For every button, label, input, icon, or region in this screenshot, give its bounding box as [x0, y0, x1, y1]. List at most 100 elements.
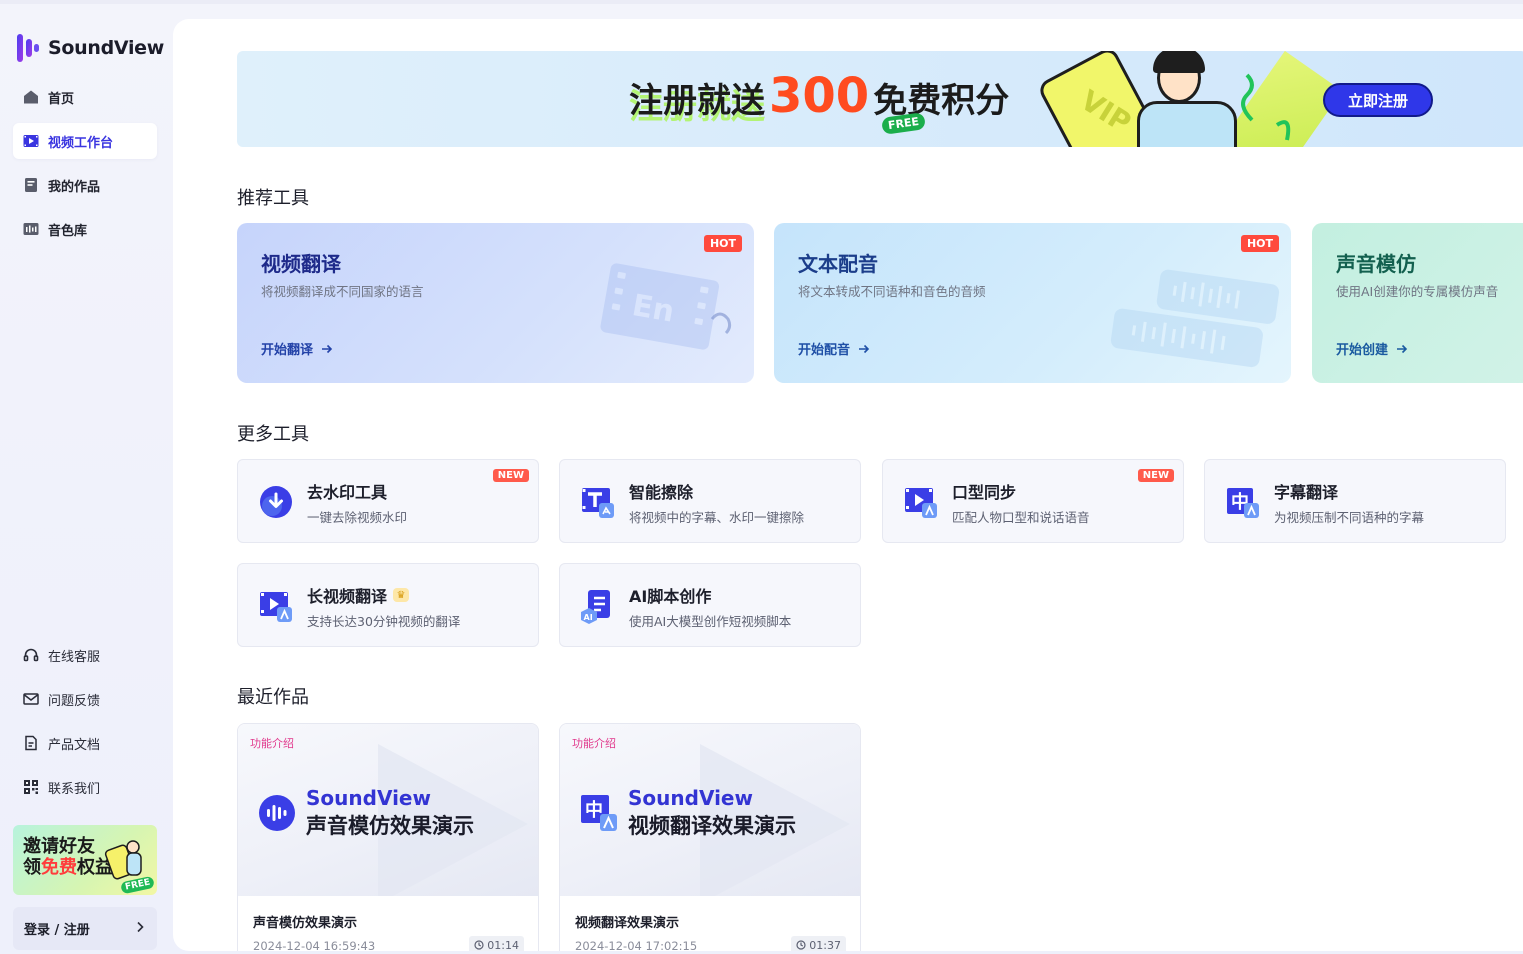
nav-item-voice-library[interactable]: 音色库	[13, 211, 157, 247]
tool-card-title: 文本配音	[798, 252, 878, 276]
green-swirl-icon	[1241, 73, 1291, 141]
tool-remove-watermark[interactable]: 去水印工具 一键去除视频水印 NEW	[237, 459, 539, 543]
nav-label: 音色库	[48, 223, 88, 239]
login-register-button[interactable]: 登录 / 注册	[13, 907, 157, 950]
nav-item-video-workbench[interactable]: 视频工作台	[13, 123, 157, 159]
banner-headline: 注册就送 300 免费积分	[629, 68, 1010, 124]
tool-card-cta[interactable]: 开始翻译	[261, 339, 333, 358]
tool-desc: 匹配人物口型和说话语音	[952, 510, 1090, 525]
tool-card-voice-clone[interactable]: 声音模仿 使用AI创建你的专属模仿声音 开始创建	[1312, 223, 1523, 383]
tool-smart-erase[interactable]: 智能擦除 将视频中的字幕、水印一键擦除	[559, 459, 861, 543]
my-works-icon	[23, 177, 39, 193]
section-title-more: 更多工具	[237, 424, 309, 445]
video-workbench-icon	[23, 133, 39, 149]
nav-item-home[interactable]: 首页	[13, 79, 157, 115]
arrow-right-icon	[1397, 344, 1408, 353]
link-feedback[interactable]: 问题反馈	[13, 681, 157, 717]
tool-card-title: 视频翻译	[261, 252, 341, 276]
invite-line1: 邀请好友	[23, 836, 95, 857]
nav-label: 首页	[48, 91, 75, 107]
brand-logo[interactable]: SoundView	[16, 33, 164, 63]
tool-desc: 一键去除视频水印	[307, 510, 408, 525]
chevron-right-icon	[135, 921, 145, 937]
subtitle-translate-icon: 中	[581, 795, 617, 831]
document-icon	[23, 735, 39, 751]
new-badge: NEW	[1137, 469, 1174, 482]
tool-name: 口型同步	[952, 483, 1017, 502]
clock-icon	[796, 940, 806, 950]
recent-work-card[interactable]: 功能介绍 中 SoundView 视频翻译效果演示 视频翻译效果演示 2024-…	[559, 723, 861, 951]
invite-line2: 领免费权益	[23, 857, 113, 878]
film-translate-decoration-icon: En	[600, 263, 732, 350]
crown-icon: ♛	[393, 588, 410, 602]
link-label: 产品文档	[48, 737, 101, 753]
tool-desc: 使用AI大模型创作短视频脚本	[629, 614, 792, 629]
tool-card-cta[interactable]: 开始创建	[1336, 339, 1408, 358]
work-name: 视频翻译效果演示	[575, 916, 680, 931]
voice-library-icon	[23, 221, 39, 237]
tool-lip-sync[interactable]: 口型同步 匹配人物口型和说话语音 NEW	[882, 459, 1184, 543]
voice-wave-icon	[259, 795, 295, 831]
tool-desc: 为视频压制不同语种的字幕	[1274, 510, 1425, 525]
work-date: 2024-12-04 17:02:15	[575, 939, 698, 951]
arrow-right-icon	[322, 344, 333, 353]
link-contact-us[interactable]: 联系我们	[13, 769, 157, 805]
work-thumb-logo: SoundView	[628, 786, 753, 810]
soundview-logo-icon	[16, 33, 42, 63]
banner-number: 300	[769, 68, 870, 124]
work-duration: 01:37	[791, 936, 846, 951]
brand-name: SoundView	[48, 37, 165, 59]
subtitle-translate-icon: 中	[1227, 488, 1259, 518]
tool-card-title: 声音模仿	[1336, 252, 1416, 276]
arrow-right-icon	[859, 344, 870, 353]
hot-badge: HOT	[1240, 235, 1279, 252]
tool-name: 长视频翻译 ♛	[307, 583, 410, 607]
lip-sync-icon	[905, 488, 937, 518]
tool-ai-script[interactable]: AI AI脚本创作 使用AI大模型创作短视频脚本	[559, 563, 861, 647]
tool-card-desc: 使用AI创建你的专属模仿声音	[1336, 284, 1499, 299]
clock-icon	[474, 940, 484, 950]
register-promo-banner[interactable]: 注册就送 300 免费积分 FREE VIP 立即注册	[237, 51, 1523, 147]
sidebar-bottom-links: 在线客服 问题反馈 产品文档 联系我们	[13, 637, 157, 813]
main-content: 注册就送 300 免费积分 FREE VIP 立即注册 推荐工具 视频翻译 将视…	[173, 19, 1523, 951]
tool-desc: 支持长达30分钟视频的翻译	[307, 614, 461, 629]
tool-card-text-dubbing[interactable]: 文本配音 将文本转成不同语种和音色的音频 开始配音 HOT	[774, 223, 1291, 383]
ai-script-icon: AI	[581, 590, 610, 624]
work-thumbnail: 功能介绍 SoundView 声音模仿效果演示	[238, 724, 538, 896]
recent-work-card[interactable]: 功能介绍 SoundView 声音模仿效果演示 声音模仿效果演示 2024-12…	[237, 723, 539, 951]
tool-long-video-translate[interactable]: 长视频翻译 ♛ 支持长达30分钟视频的翻译	[237, 563, 539, 647]
banner-text-2: 免费积分	[873, 81, 1010, 121]
tool-subtitle-translate[interactable]: 中 字幕翻译 为视频压制不同语种的字幕	[1204, 459, 1506, 543]
work-date: 2024-12-04 16:59:43	[253, 939, 376, 951]
tool-name: 去水印工具	[307, 483, 388, 502]
new-badge: NEW	[492, 469, 529, 482]
section-title-recommended: 推荐工具	[237, 188, 309, 209]
invite-friends-banner[interactable]: 邀请好友 领免费权益 FREE	[13, 825, 157, 895]
tool-name: 智能擦除	[629, 483, 694, 502]
link-label: 在线客服	[48, 649, 101, 665]
tool-card-cta[interactable]: 开始配音	[798, 339, 870, 358]
tool-card-desc: 将视频翻译成不同国家的语言	[261, 284, 424, 299]
svg-text:En: En	[630, 288, 677, 330]
qrcode-icon	[23, 779, 39, 795]
mail-icon	[23, 691, 39, 707]
banner-figure-hair	[1153, 51, 1205, 73]
link-label: 问题反馈	[48, 693, 101, 709]
work-duration: 01:14	[469, 936, 524, 951]
nav-item-my-works[interactable]: 我的作品	[13, 167, 157, 203]
nav-label: 视频工作台	[48, 135, 114, 151]
text-erase-icon	[582, 488, 614, 518]
link-online-service[interactable]: 在线客服	[13, 637, 157, 673]
sidebar: SoundView 首页 视频工作台 我的作品 音色库 在线客服 问题反馈 产品…	[0, 0, 172, 954]
hot-badge: HOT	[703, 235, 742, 252]
long-video-icon	[260, 592, 292, 622]
section-title-recent: 最近作品	[237, 687, 309, 708]
register-now-button[interactable]: 立即注册	[1323, 83, 1433, 117]
gift-illustration-icon	[104, 840, 142, 880]
link-label: 联系我们	[48, 781, 101, 797]
tool-card-video-translate[interactable]: 视频翻译 将视频翻译成不同国家的语言 开始翻译 HOT En	[237, 223, 754, 383]
link-product-docs[interactable]: 产品文档	[13, 725, 157, 761]
tool-card-desc: 将文本转成不同语种和音色的音频	[798, 284, 986, 299]
main-nav: 首页 视频工作台 我的作品 音色库	[13, 79, 157, 255]
login-label: 登录 / 注册	[24, 923, 90, 938]
